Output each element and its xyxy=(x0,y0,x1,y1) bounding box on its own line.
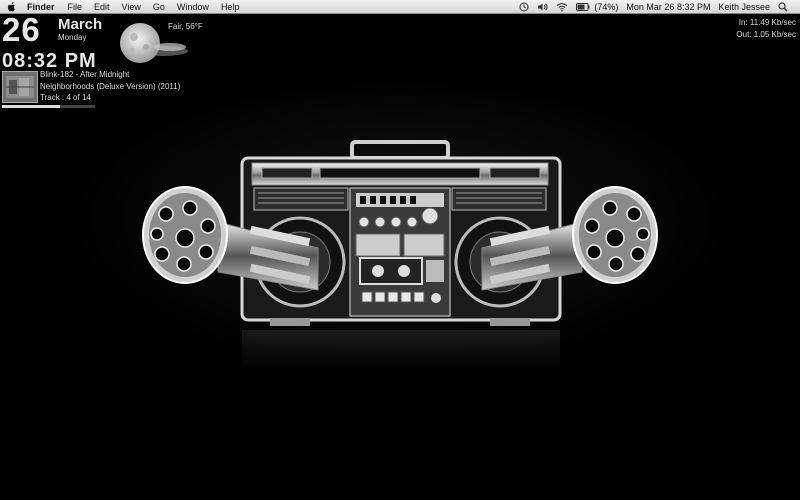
user-name[interactable]: Keith Jessee xyxy=(714,2,774,12)
boombox-reflection xyxy=(242,330,560,370)
menu-file[interactable]: File xyxy=(62,2,89,12)
widget-date-weekday: Monday xyxy=(58,33,87,42)
battery-percent[interactable]: (74%) xyxy=(594,2,622,12)
network-out: Out: 1.05 Kb/sec xyxy=(736,30,796,39)
menu-go[interactable]: Go xyxy=(147,2,171,12)
apple-icon[interactable] xyxy=(0,1,22,12)
menu-edit[interactable]: Edit xyxy=(88,2,116,12)
time-machine-icon[interactable] xyxy=(515,2,533,12)
now-playing-track: Track : 4 of 14 xyxy=(40,93,91,102)
volume-icon[interactable] xyxy=(533,2,552,12)
widget-date-day: 26 xyxy=(2,11,41,48)
battery-icon[interactable] xyxy=(572,2,594,11)
menubar-clock[interactable]: Mon Mar 26 8:32 PM xyxy=(622,2,714,12)
spotlight-icon[interactable] xyxy=(774,1,792,12)
widget-date-month: March xyxy=(58,16,103,33)
menu-help[interactable]: Help xyxy=(215,2,246,12)
widget-weather: Fair, 56°F xyxy=(168,22,203,31)
now-playing-progress xyxy=(2,105,95,108)
network-in: In: 11.49 Kb/sec xyxy=(738,18,796,27)
menu-app-finder[interactable]: Finder xyxy=(22,2,62,12)
menu-bar: Finder File Edit View Go Window Help (74… xyxy=(0,0,800,14)
album-art xyxy=(2,71,38,103)
now-playing-album: Neighborhoods (Deluxe Version) (2011) xyxy=(40,82,181,91)
now-playing-title: Blink-182 - After Midnight xyxy=(40,70,130,79)
now-playing-progress-fill xyxy=(2,105,60,108)
wifi-icon[interactable] xyxy=(552,2,572,12)
menu-view[interactable]: View xyxy=(116,2,147,12)
menu-window[interactable]: Window xyxy=(171,2,215,12)
